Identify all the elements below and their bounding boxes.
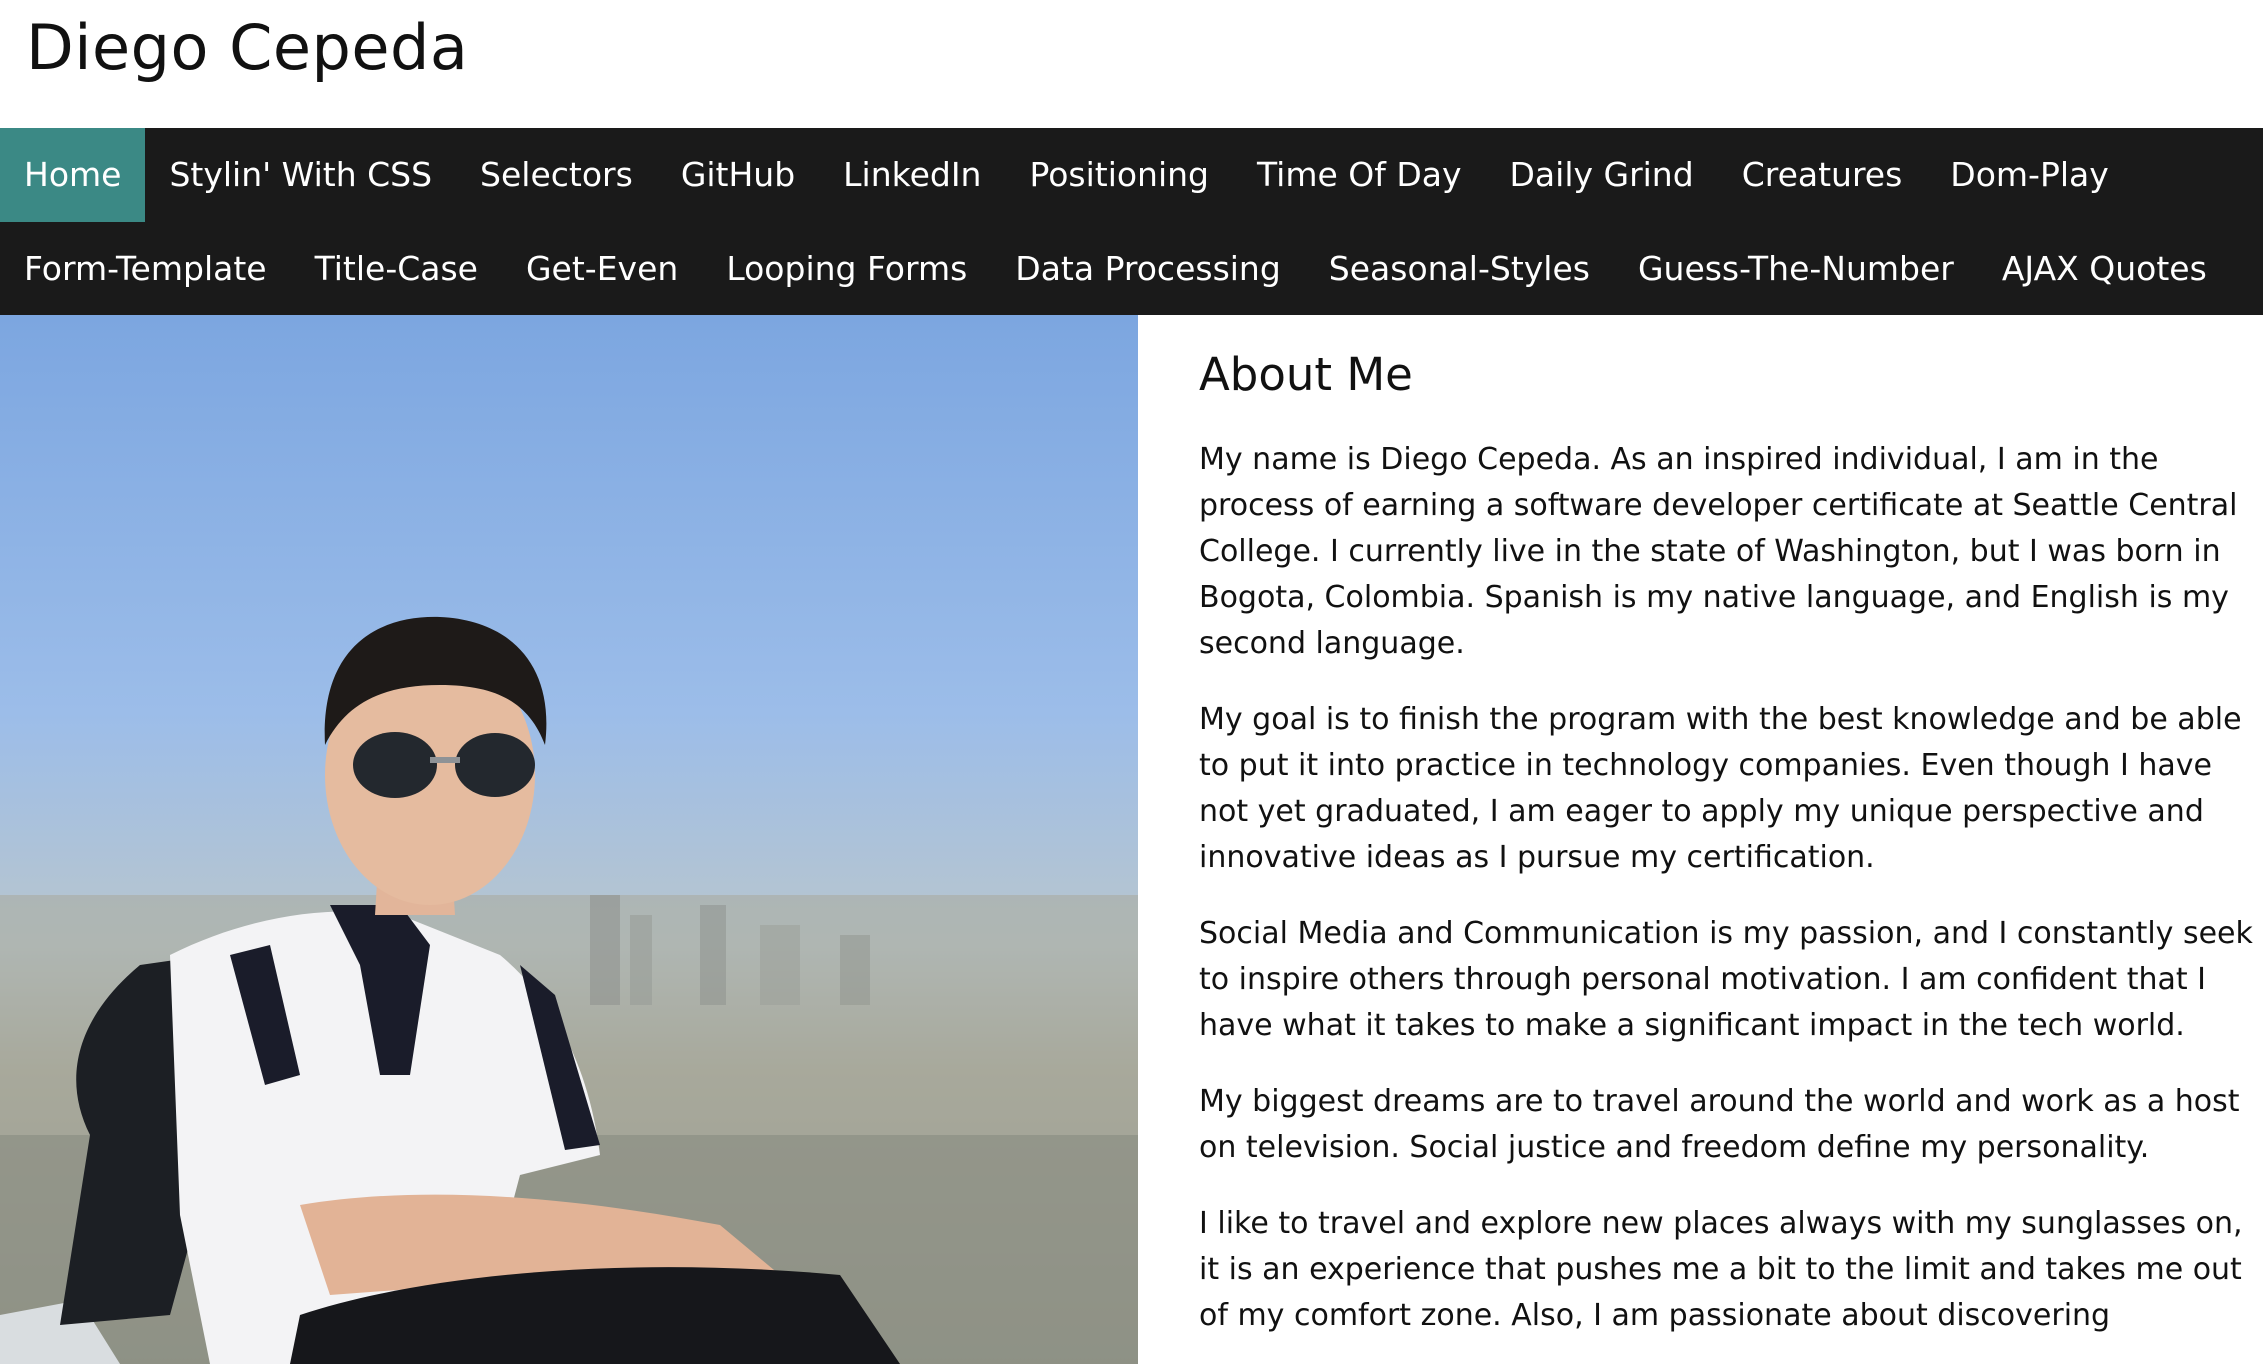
nav-item-github[interactable]: GitHub [657,128,819,222]
about-paragraph-5: I like to travel and explore new places … [1199,1206,2243,1333]
nav-item-daily-grind[interactable]: Daily Grind [1486,128,1718,222]
nav-item-creatures[interactable]: Creatures [1718,128,1927,222]
nav-row-1: Home Stylin' With CSS Selectors GitHub L… [0,128,2263,222]
site-title: Diego Cepeda [26,11,469,84]
nav-item-selectors[interactable]: Selectors [456,128,657,222]
main-content: About Me My name is Diego Cepeda. As an … [0,315,2263,1364]
nav-item-dom-play[interactable]: Dom-Play [1926,128,2132,222]
nav-item-positioning[interactable]: Positioning [1005,128,1233,222]
nav-item-home[interactable]: Home [0,128,146,222]
profile-photo-illustration [0,616,1138,1364]
nav-item-looping-forms[interactable]: Looping Forms [702,222,991,315]
about-paragraph-2: My goal is to finish the program with th… [1199,702,2242,875]
about-paragraph-3: Social Media and Communication is my pas… [1199,916,2253,1043]
nav-item-data-processing[interactable]: Data Processing [991,222,1305,315]
about-paragraph-4: My biggest dreams are to travel around t… [1199,1084,2240,1165]
about-paragraph-1: My name is Diego Cepeda. As an inspired … [1199,442,2238,661]
nav-item-form-template[interactable]: Form-Template [0,222,291,315]
main-nav: Home Stylin' With CSS Selectors GitHub L… [0,128,2263,315]
nav-item-seasonal-styles[interactable]: Seasonal-Styles [1305,222,1614,315]
site-header: Diego Cepeda [0,0,2263,128]
profile-photo [0,315,1138,1364]
nav-item-ajax-quotes[interactable]: AJAX Quotes [1978,222,2231,315]
nav-item-guess-the-number[interactable]: Guess-The-Number [1614,222,1978,315]
nav-item-time-of-day[interactable]: Time Of Day [1233,128,1486,222]
about-section: About Me My name is Diego Cepeda. As an … [1138,315,2263,1364]
about-heading: About Me [1199,348,1413,401]
nav-item-title-case[interactable]: Title-Case [291,222,502,315]
nav-item-stylin-with-css[interactable]: Stylin' With CSS [145,128,456,222]
nav-item-get-even[interactable]: Get-Even [502,222,702,315]
nav-item-linkedin[interactable]: LinkedIn [819,128,1005,222]
nav-row-2: Form-Template Title-Case Get-Even Loopin… [0,222,2263,315]
